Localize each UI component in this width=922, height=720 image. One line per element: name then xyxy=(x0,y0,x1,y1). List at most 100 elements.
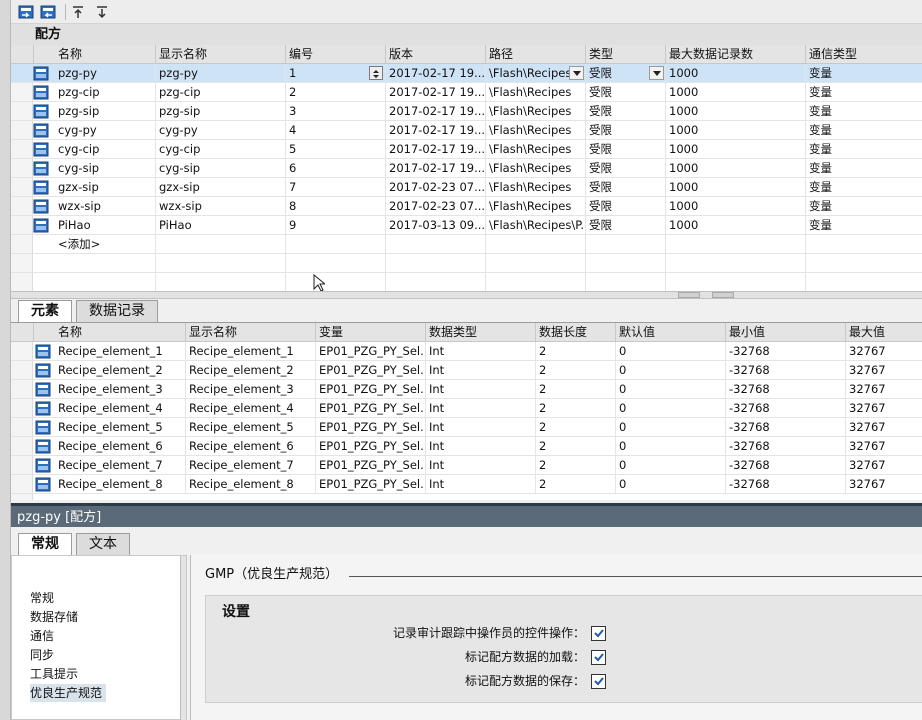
tab-text[interactable]: 文本 xyxy=(76,533,130,555)
cell-display[interactable]: Recipe_element_6 xyxy=(185,437,315,456)
element-row[interactable]: Recipe_element_8 Recipe_element_8 EP01_PZG… xyxy=(11,475,922,494)
cell-tag[interactable]: EP01_PZG_PY_Sel... xyxy=(315,418,425,437)
cell-name[interactable]: Recipe_element_8 xyxy=(55,475,163,494)
cell-length[interactable]: 2 xyxy=(535,361,615,380)
cell-name[interactable]: pzg-cip xyxy=(55,83,163,102)
cell-max[interactable]: 32767 xyxy=(845,475,912,494)
cell-type[interactable]: 受限 xyxy=(585,197,665,216)
column-header-number[interactable]: 编号 xyxy=(285,45,385,64)
cell-name[interactable]: pzg-sip xyxy=(55,102,163,121)
cell-tag[interactable]: EP01_PZG_PY_Sel... xyxy=(315,475,425,494)
cell-display[interactable]: Recipe_element_4 xyxy=(185,399,315,418)
splitter-up-arrow[interactable] xyxy=(678,292,700,298)
cell-display[interactable]: gzx-sip xyxy=(155,178,285,197)
nav-scrollbar[interactable] xyxy=(180,556,186,720)
element-row[interactable]: Recipe_element_4 Recipe_element_4 EP01_PZG… xyxy=(11,399,922,418)
number-spinner[interactable] xyxy=(369,66,383,80)
element-row[interactable]: Recipe_element_2 Recipe_element_2 EP01_PZG… xyxy=(11,361,922,380)
cell-default[interactable]: 0 xyxy=(615,456,725,475)
cell-name[interactable]: PiHao xyxy=(55,216,163,235)
cell-max[interactable]: 32767 xyxy=(845,437,912,456)
cell-max-records[interactable]: 1000 xyxy=(665,178,805,197)
cell-max[interactable]: 32767 xyxy=(845,361,912,380)
cell-name[interactable]: Recipe_element_1 xyxy=(55,342,163,361)
cell-length[interactable]: 2 xyxy=(535,342,615,361)
cell-default[interactable]: 0 xyxy=(615,475,725,494)
cell-max-records[interactable]: 1000 xyxy=(665,102,805,121)
column-header-display[interactable]: 显示名称 xyxy=(185,323,315,342)
recipe-row[interactable]: cyg-cip cyg-cip 5 2017-02-17 19... \Flash\Re… xyxy=(11,140,922,159)
nav-item-general[interactable]: 常规 xyxy=(30,589,58,607)
column-header-datatype[interactable]: 数据类型 xyxy=(425,323,535,342)
cell-max-records[interactable]: 1000 xyxy=(665,121,805,140)
cell-display[interactable]: pzg-sip xyxy=(155,102,285,121)
cell-type[interactable]: 受限 xyxy=(585,159,665,178)
cell-max[interactable]: 32767 xyxy=(845,399,912,418)
import-icon[interactable] xyxy=(17,3,35,21)
element-row[interactable]: Recipe_element_1 Recipe_element_1 EP01_PZG… xyxy=(11,342,922,361)
column-header-max[interactable]: 最大值 xyxy=(845,323,912,342)
cell-number[interactable]: 4 xyxy=(285,121,385,140)
cell-version[interactable]: 2017-02-17 19... xyxy=(385,140,485,159)
recipe-row[interactable]: pzg-sip pzg-sip 3 2017-02-17 19... \Flash\Re… xyxy=(11,102,922,121)
recipe-row[interactable]: PiHao PiHao 9 2017-03-13 09... \Flash\Recipe… xyxy=(11,216,922,235)
cell-version[interactable]: 2017-02-17 19... xyxy=(385,102,485,121)
cell-display[interactable]: cyg-cip xyxy=(155,140,285,159)
cell-comm-type[interactable]: 变量 xyxy=(805,159,912,178)
cell-tag[interactable]: EP01_PZG_PY_Sel... xyxy=(315,437,425,456)
cell-length[interactable]: 2 xyxy=(535,475,615,494)
cell-comm-type[interactable]: 变量 xyxy=(805,83,912,102)
move-up-icon[interactable] xyxy=(69,3,87,21)
cell-type[interactable]: 受限 xyxy=(585,121,665,140)
column-header-tag[interactable]: 变量 xyxy=(315,323,425,342)
cell-display[interactable]: cyg-py xyxy=(155,121,285,140)
cell-min[interactable]: -32768 xyxy=(725,437,845,456)
recipe-row[interactable]: pzg-cip pzg-cip 2 2017-02-17 19... \Flash\Re… xyxy=(11,83,922,102)
cell-length[interactable]: 2 xyxy=(535,437,615,456)
cell-display[interactable]: Recipe_element_3 xyxy=(185,380,315,399)
column-header-max-records[interactable]: 最大数据记录数 xyxy=(665,45,805,64)
cell-number[interactable]: 8 xyxy=(285,197,385,216)
cell-max-records[interactable]: 1000 xyxy=(665,197,805,216)
element-row[interactable]: Recipe_element_3 Recipe_element_3 EP01_PZG… xyxy=(11,380,922,399)
nav-item-communication[interactable]: 通信 xyxy=(30,627,58,645)
column-header-length[interactable]: 数据长度 xyxy=(535,323,615,342)
nav-item-sync[interactable]: 同步 xyxy=(30,646,58,664)
cell-length[interactable]: 2 xyxy=(535,456,615,475)
cell-comm-type[interactable]: 变量 xyxy=(805,197,912,216)
cell-path[interactable]: \Flash\Recipes xyxy=(485,121,585,140)
cell-display[interactable]: Recipe_element_2 xyxy=(185,361,315,380)
cell-version[interactable]: 2017-03-13 09... xyxy=(385,216,485,235)
cell-max[interactable]: 32767 xyxy=(845,342,912,361)
cell-path[interactable]: \Flash\Recipes xyxy=(485,83,585,102)
cell-number[interactable]: 3 xyxy=(285,102,385,121)
cell-name[interactable]: cyg-sip xyxy=(55,159,163,178)
cell-default[interactable]: 0 xyxy=(615,418,725,437)
cell-default[interactable]: 0 xyxy=(615,399,725,418)
cell-datatype[interactable]: Int xyxy=(425,361,535,380)
recipe-row[interactable]: cyg-py cyg-py 4 2017-02-17 19... \Flash\Reci… xyxy=(11,121,922,140)
cell-display[interactable]: PiHao xyxy=(155,216,285,235)
cell-length[interactable]: 2 xyxy=(535,399,615,418)
cell-name[interactable]: wzx-sip xyxy=(55,197,163,216)
cell-path[interactable]: \Flash\Recipes xyxy=(485,140,585,159)
cell-number[interactable]: 2 xyxy=(285,83,385,102)
cell-max[interactable]: 32767 xyxy=(845,418,912,437)
cell-version[interactable]: 2017-02-17 19... xyxy=(385,64,485,83)
cell-datatype[interactable]: Int xyxy=(425,456,535,475)
cell-type[interactable]: 受限 xyxy=(585,102,665,121)
cell-comm-type[interactable]: 变量 xyxy=(805,64,912,83)
cell-path[interactable]: \Flash\Recipes\P... xyxy=(485,216,585,235)
cell-display[interactable]: pzg-cip xyxy=(155,83,285,102)
element-row[interactable]: Recipe_element_7 Recipe_element_7 EP01_PZG… xyxy=(11,456,922,475)
column-header-display[interactable]: 显示名称 xyxy=(155,45,285,64)
cell-name[interactable]: Recipe_element_7 xyxy=(55,456,163,475)
move-down-icon[interactable] xyxy=(93,3,111,21)
cell-tag[interactable]: EP01_PZG_PY_Sel... xyxy=(315,361,425,380)
checkbox-audit[interactable] xyxy=(591,625,606,641)
cell-version[interactable]: 2017-02-17 19... xyxy=(385,121,485,140)
cell-min[interactable]: -32768 xyxy=(725,456,845,475)
cell-name[interactable]: Recipe_element_3 xyxy=(55,380,163,399)
cell-display[interactable]: Recipe_element_8 xyxy=(185,475,315,494)
column-header-min[interactable]: 最小值 xyxy=(725,323,845,342)
